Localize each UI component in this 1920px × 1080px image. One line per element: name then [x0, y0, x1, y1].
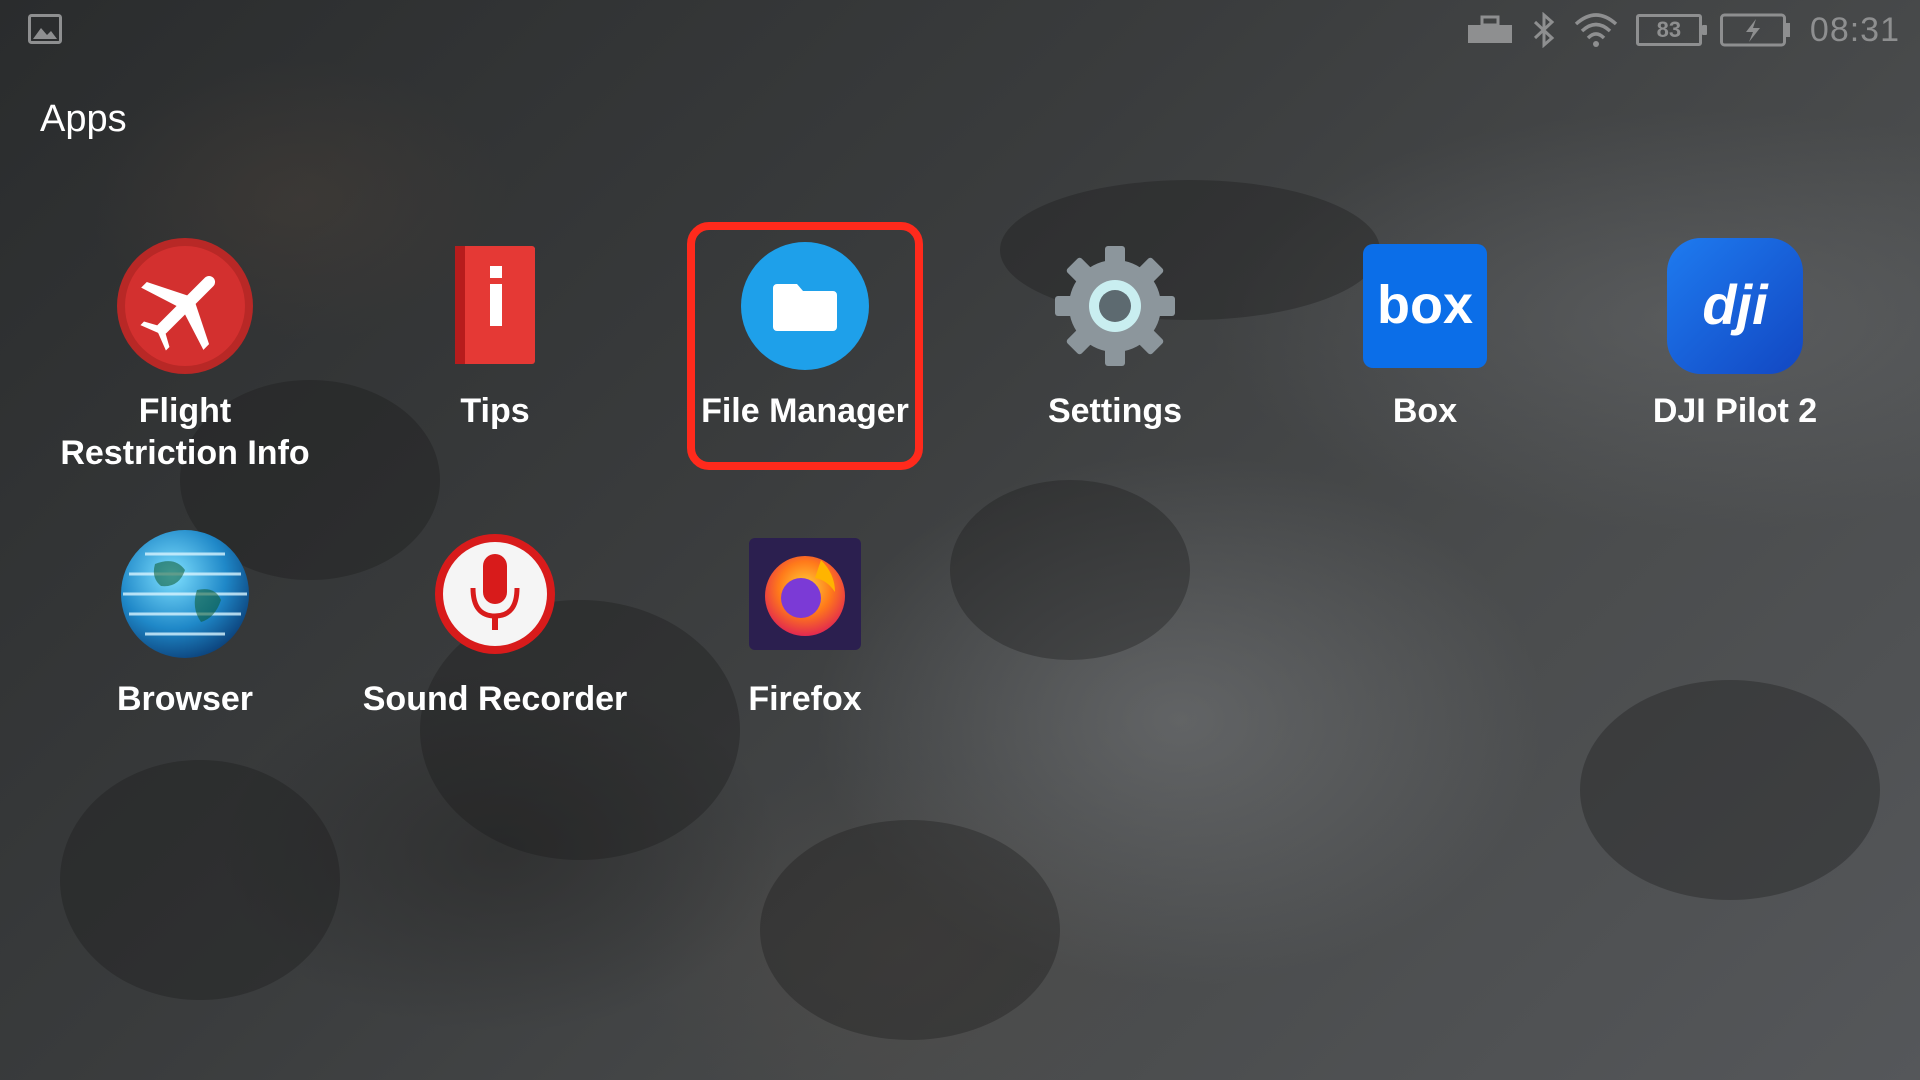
app-sound-recorder[interactable]: Sound Recorder [340, 524, 650, 720]
app-dji-pilot-2[interactable]: dji DJI Pilot 2 [1580, 236, 1890, 432]
airplane-icon [115, 236, 255, 376]
info-book-icon [425, 236, 565, 376]
app-tips[interactable]: Tips [340, 236, 650, 432]
image-icon [28, 14, 62, 44]
app-browser[interactable]: Browser [30, 524, 340, 720]
battery-level-indicator: 83 [1635, 14, 1707, 46]
box-logo-text: box [1377, 275, 1473, 335]
wallpaper-tree [1580, 680, 1880, 900]
globe-icon [115, 524, 255, 664]
app-label: Firefox [748, 680, 862, 718]
gear-icon [1045, 236, 1185, 376]
app-flight-restriction-info[interactable]: Flight Restriction Info [30, 236, 340, 474]
wallpaper-tree [760, 820, 1060, 1040]
wallpaper-tree [60, 760, 340, 1000]
dji-logo-icon: dji [1665, 236, 1805, 376]
app-label: Flight Restriction Info [60, 392, 310, 472]
firefox-icon [735, 524, 875, 664]
app-label: File Manager [701, 392, 909, 430]
wallpaper-tree [950, 480, 1190, 660]
bluetooth-icon [1532, 12, 1556, 48]
status-icons: 83 08:31 [1466, 8, 1900, 52]
app-label: Box [1392, 392, 1458, 430]
microphone-icon [425, 524, 565, 664]
folder-icon [735, 236, 875, 376]
app-file-manager[interactable]: File Manager [650, 236, 960, 432]
page-title: Apps [40, 98, 127, 140]
app-settings[interactable]: Settings [960, 236, 1270, 432]
app-firefox[interactable]: Firefox [650, 524, 960, 720]
app-label: Tips [460, 392, 530, 430]
box-logo-icon: box [1355, 236, 1495, 376]
app-label: Settings [1047, 392, 1183, 430]
app-label: Sound Recorder [362, 680, 628, 718]
battery-charging-icon [1719, 12, 1792, 48]
usb-icon [1466, 12, 1514, 48]
app-label: DJI Pilot 2 [1652, 392, 1818, 430]
clock: 08:31 [1809, 10, 1900, 49]
status-bar: 83 08:31 [0, 0, 1920, 60]
wifi-icon [1574, 12, 1618, 48]
app-box[interactable]: box Box [1270, 236, 1580, 432]
battery-level-text: 83 [1656, 17, 1682, 42]
app-label: Browser [116, 680, 254, 718]
dji-logo-text: dji [1702, 273, 1769, 336]
